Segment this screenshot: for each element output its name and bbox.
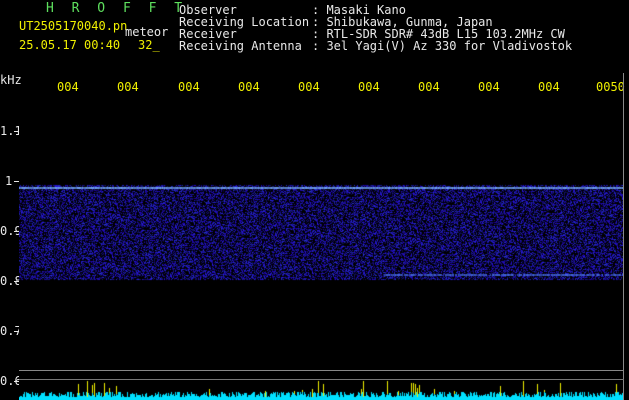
right-border-line	[623, 73, 624, 400]
y-tick-1-0: 1	[5, 174, 13, 188]
x-tick: 004	[478, 80, 500, 94]
app-title: H R O F F T	[46, 1, 188, 16]
y-axis-unit: kHz	[0, 73, 22, 87]
baseline-line	[19, 370, 624, 371]
count: 32_	[138, 38, 160, 52]
filename: UT2505170040.pn	[19, 19, 128, 33]
x-tick: 004	[358, 80, 380, 94]
x-tick: 004	[57, 80, 79, 94]
x-tick: 004	[298, 80, 320, 94]
x-tick: 004	[538, 80, 560, 94]
x-tick: 004	[178, 80, 200, 94]
x-tick: 004	[238, 80, 260, 94]
spectrogram-canvas	[19, 95, 624, 400]
noise-floor-line	[19, 379, 624, 380]
x-tick: 004	[117, 80, 139, 94]
x-tick: 004	[418, 80, 440, 94]
antenna-label: Receiving Antenna	[179, 39, 302, 53]
x-tick: 0050	[596, 80, 625, 94]
antenna-value: : 3el Yagi(V) Az 330 for Vladivostok	[312, 39, 573, 53]
datetime: 25.05.17 00:40	[19, 38, 121, 52]
